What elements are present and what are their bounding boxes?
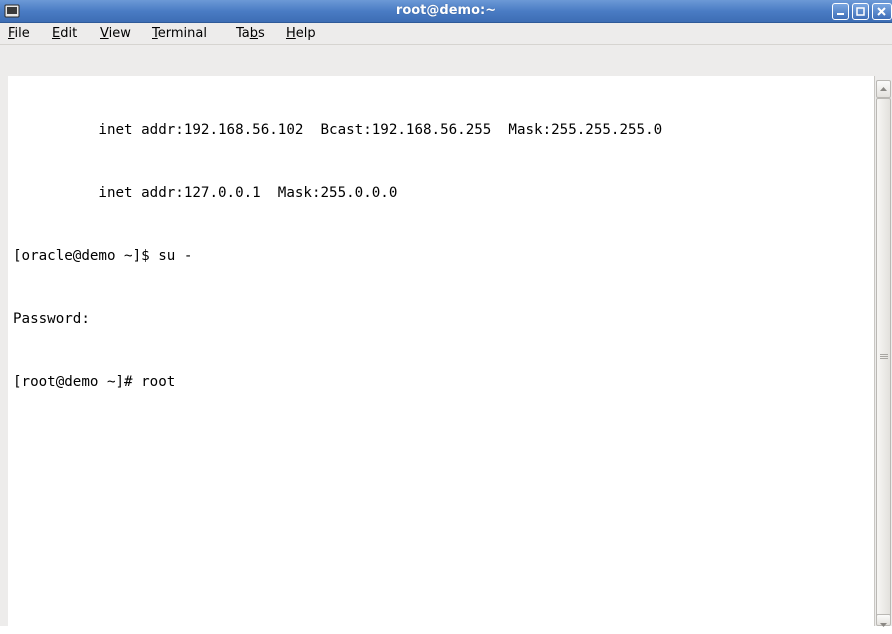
minimize-icon [837,13,844,15]
menu-bar: File Edit View Terminal Tabs Help [0,23,892,45]
vertical-scrollbar[interactable] [874,76,892,627]
menu-tabs[interactable]: Tabs [232,26,269,42]
menu-file[interactable]: File [4,26,34,42]
scroll-thumb[interactable] [876,98,891,618]
scroll-down-button[interactable] [876,614,891,627]
terminal-line: Password: [13,311,90,327]
maximize-button[interactable] [852,3,869,20]
grip-icon [880,354,888,359]
chevron-up-icon [880,87,887,91]
terminal-line: inet addr:127.0.0.1 Mask:255.0.0.0 [13,185,398,201]
scroll-up-button[interactable] [876,80,891,98]
title-bar[interactable]: root@demo:~ [0,0,892,23]
terminal-line: [oracle@demo ~]$ su - [13,248,193,264]
terminal-line: [root@demo ~]# root [13,374,176,390]
minimize-button[interactable] [832,3,849,20]
chevron-down-icon [880,623,887,627]
menu-help[interactable]: Help [282,26,320,42]
menu-terminal[interactable]: Terminal [148,26,211,42]
menu-edit[interactable]: Edit [48,26,81,42]
menu-view[interactable]: View [96,26,135,42]
close-icon [877,7,886,16]
maximize-icon [856,7,865,16]
terminal-output: inet addr:192.168.56.102 Bcast:192.168.5… [13,78,662,435]
window-title: root@demo:~ [395,3,497,18]
terminal-line: inet addr:192.168.56.102 Bcast:192.168.5… [13,122,663,138]
terminal-window: root@demo:~ File Edit View Terminal Tabs… [0,0,892,627]
close-button[interactable] [872,3,892,20]
